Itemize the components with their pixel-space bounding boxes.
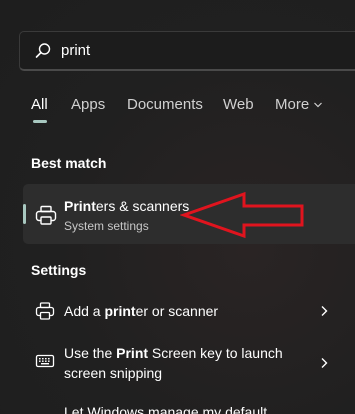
printer-icon [35,205,57,225]
chevron-right-icon [321,306,328,316]
start-search-panel: print All Apps Documents Web More Best m… [0,0,355,414]
search-query-text: print [61,42,91,59]
search-icon [35,43,51,58]
red-arrow-annotation [180,192,304,239]
settings-header: Settings [31,262,87,278]
label-suffix: er or scanner [135,303,219,319]
label-prefix: Let Windows manage my default [64,404,268,414]
tab-more[interactable]: More [275,96,323,113]
setting-add-printer-or-scanner[interactable]: Add a printer or scanner [23,300,355,322]
selection-accent-bar [23,204,26,224]
best-match-header: Best match [31,155,107,171]
search-input[interactable]: print [19,31,355,71]
setting-print-screen-snipping[interactable]: Use the Print Screen key to launch scree… [23,343,355,385]
label-prefix: Add a [64,303,105,319]
chevron-down-icon [314,102,323,108]
setting-item-label: Let Windows manage my default [64,402,344,414]
label-highlight: Print [116,345,149,361]
best-match-title: Printers & scanners [64,198,189,214]
printer-icon [35,302,55,320]
keyboard-icon [35,354,55,368]
best-match-subtitle: System settings [64,219,149,233]
tab-apps[interactable]: Apps [71,96,105,113]
label-prefix: Use the [64,345,117,361]
tab-documents[interactable]: Documents [127,96,203,113]
active-tab-indicator [33,120,47,123]
label-highlight: print [104,303,136,319]
setting-windows-manage-default-printer[interactable]: Let Windows manage my default [23,402,355,414]
setting-item-label: Use the Print Screen key to launch scree… [64,343,304,383]
tab-more-label: More [275,96,310,113]
best-match-title-rest: ers & scanners [95,198,190,214]
tab-all[interactable]: All [31,96,48,113]
filter-tabs: All Apps Documents Web More [0,96,355,126]
setting-item-label: Add a printer or scanner [64,301,304,321]
chevron-right-icon [321,358,328,368]
tab-web[interactable]: Web [223,96,254,113]
best-match-title-highlight: Print [64,198,96,214]
